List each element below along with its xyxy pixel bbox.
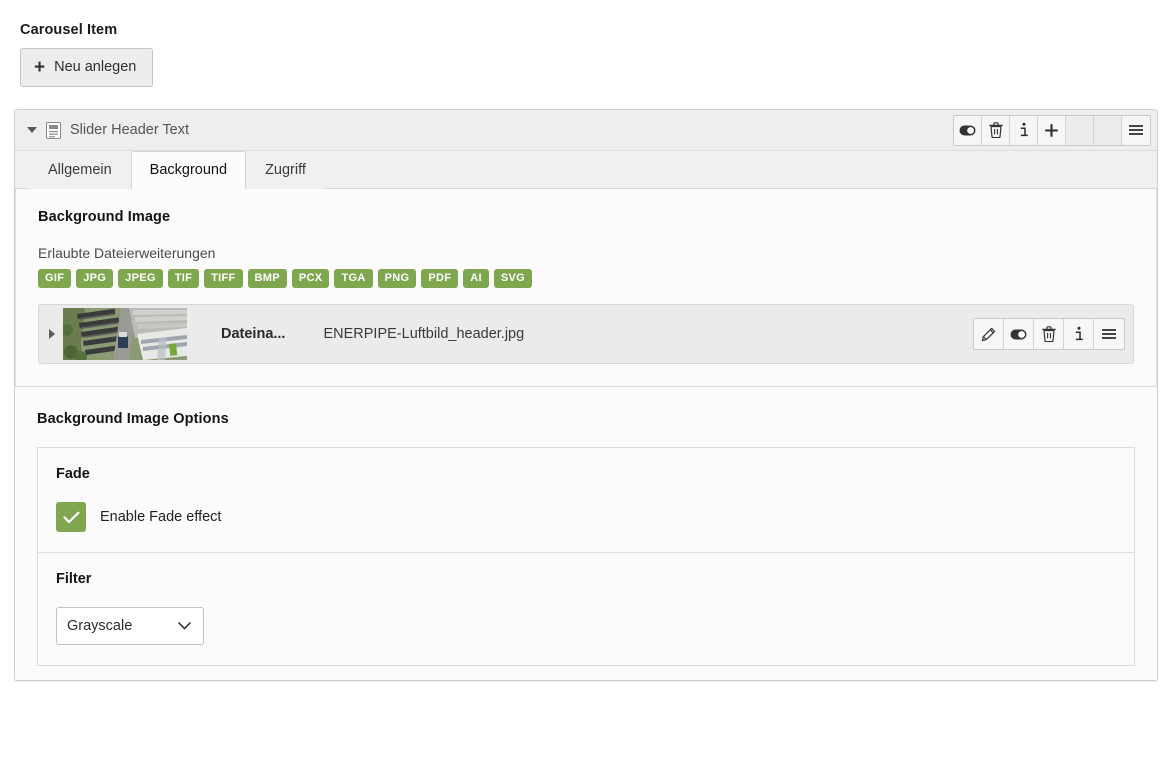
tab-panel-background: Background Image Erlaubte Dateierweiteru… — [15, 189, 1157, 680]
check-icon — [62, 511, 79, 523]
trash-icon — [1041, 326, 1056, 342]
extension-badge: JPEG — [118, 269, 163, 288]
hamburger-icon — [1102, 329, 1116, 339]
add-record-button[interactable] — [1038, 115, 1066, 145]
filter-select-wrap: Grayscale — [56, 607, 204, 645]
new-button-container: + Neu anlegen — [0, 38, 1172, 87]
info-icon — [1020, 122, 1028, 137]
filter-select[interactable]: Grayscale — [56, 607, 204, 645]
tab-zugriff[interactable]: Zugriff — [246, 151, 325, 189]
record-header: Slider Header Text — [15, 110, 1157, 151]
enable-fade-label: Enable Fade effect — [100, 509, 222, 525]
file-field-label: Dateina... — [221, 326, 286, 342]
fade-heading: Fade — [56, 466, 90, 482]
background-image-options-wrap: Background Image Options Fade Enable Fad… — [15, 387, 1157, 666]
content-element-icon — [46, 121, 61, 139]
extension-badge: GIF — [38, 269, 72, 288]
extension-badge: PDF — [421, 269, 459, 288]
plus-icon — [1045, 123, 1058, 137]
record-toolbar — [953, 114, 1151, 146]
extension-badge: AI — [463, 269, 489, 288]
fade-checkbox-row[interactable]: Enable Fade effect — [56, 502, 1116, 532]
drag-handle[interactable] — [1122, 115, 1150, 145]
info-icon — [1075, 326, 1083, 341]
fade-section: Fade Enable Fade effect — [38, 448, 1134, 553]
extension-badge: JPG — [76, 269, 114, 288]
file-thumbnail — [63, 308, 187, 360]
allowed-extensions-list: GIF JPG JPEG TIF TIFF BMP PCX TGA PNG PD… — [38, 269, 1138, 288]
delete-button[interactable] — [1034, 319, 1064, 349]
info-button[interactable] — [1010, 115, 1038, 145]
toggle-visibility-button[interactable] — [954, 115, 982, 145]
drag-handle[interactable] — [1094, 319, 1124, 349]
extension-badge: TGA — [334, 269, 373, 288]
background-image-options-card: Fade Enable Fade effect Filter Grayscale — [37, 447, 1135, 666]
tab-allgemein[interactable]: Allgemein — [29, 151, 131, 189]
background-image-options-heading: Background Image Options — [37, 411, 229, 427]
plus-icon: + — [34, 57, 46, 78]
file-name: ENERPIPE-Luftbild_header.jpg — [323, 326, 525, 342]
empty-slot-2 — [1094, 115, 1122, 145]
tab-bar: Allgemein Background Zugriff — [15, 151, 1157, 189]
background-image-card: Background Image Erlaubte Dateierweiteru… — [15, 189, 1157, 387]
file-reference-row: Dateina... ENERPIPE-Luftbild_header.jpg — [38, 304, 1134, 364]
delete-button[interactable] — [982, 115, 1010, 145]
allowed-extensions-label: Erlaubte Dateierweiterungen — [38, 245, 216, 261]
toggle-icon — [1010, 329, 1027, 339]
extension-badge: TIF — [167, 269, 200, 288]
filter-heading: Filter — [56, 571, 92, 587]
extension-badge: PNG — [377, 269, 417, 288]
file-action-toolbar — [973, 318, 1125, 350]
tab-background[interactable]: Background — [130, 151, 247, 189]
edit-button[interactable] — [974, 319, 1004, 349]
create-new-button-label: Neu anlegen — [54, 59, 137, 76]
info-button[interactable] — [1064, 319, 1094, 349]
caret-down-icon[interactable] — [27, 127, 37, 133]
hamburger-icon — [1129, 125, 1143, 135]
page-root: Carousel Item + Neu anlegen Slider Heade… — [0, 0, 1172, 757]
background-image-heading: Background Image — [38, 209, 171, 225]
page-title: Carousel Item — [20, 22, 118, 38]
toggle-icon — [959, 125, 976, 135]
extension-badge: SVG — [493, 269, 532, 288]
trash-icon — [988, 122, 1003, 138]
pencil-icon — [981, 327, 996, 341]
extension-badge: TIFF — [204, 269, 243, 288]
filter-section: Filter Grayscale — [38, 553, 1134, 665]
enable-fade-checkbox[interactable] — [56, 502, 86, 532]
record-container: Slider Header Text Allgemein Background … — [14, 109, 1158, 681]
caret-right-icon[interactable] — [49, 329, 55, 339]
extension-badge: PCX — [291, 269, 330, 288]
toggle-visibility-button[interactable] — [1004, 319, 1034, 349]
empty-slot-1 — [1066, 115, 1094, 145]
extension-badge: BMP — [247, 269, 287, 288]
create-new-button[interactable]: + Neu anlegen — [20, 48, 154, 87]
record-title: Slider Header Text — [70, 122, 190, 138]
